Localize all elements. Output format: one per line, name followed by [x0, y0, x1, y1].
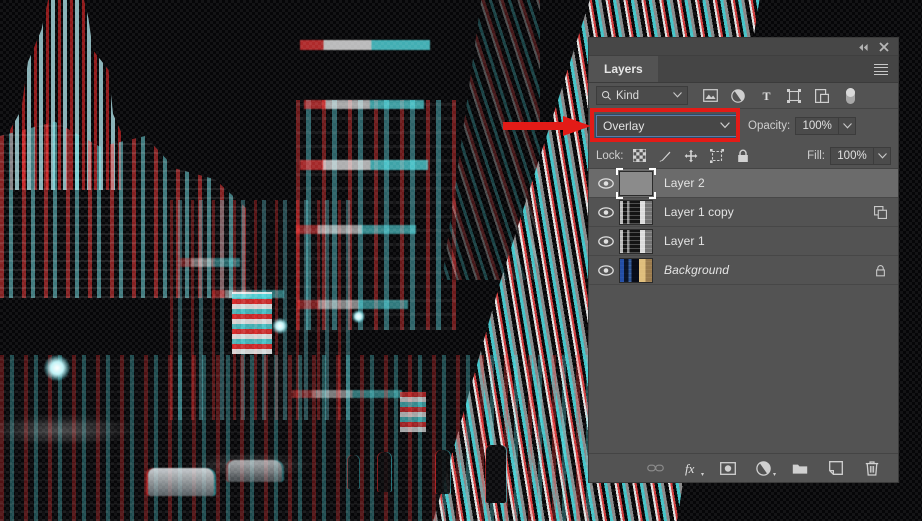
artwork-window-row [296, 225, 416, 234]
opacity-value: 100% [802, 120, 832, 132]
layer-mask-icon[interactable] [719, 460, 736, 477]
layer-list[interactable]: Layer 2 Layer 1 copy Layer 1 Background [589, 167, 898, 285]
artwork-window-row [304, 100, 424, 109]
layer-thumbnail[interactable] [619, 228, 653, 254]
layer-thumbnail-image [620, 258, 652, 282]
blend-mode-row[interactable]: Overlay Opacity: 100% [589, 109, 898, 143]
artwork-car [228, 460, 282, 482]
lock-image-pixels-icon[interactable] [658, 148, 673, 163]
filter-pixel-icon[interactable] [702, 88, 718, 104]
lock-all-icon[interactable] [736, 148, 751, 163]
layer-visibility-icon[interactable] [593, 206, 619, 218]
lock-transparent-pixels-icon[interactable] [632, 148, 647, 163]
layer-style-fx-icon[interactable]: fx ▾ [683, 460, 705, 478]
artwork-signboard [400, 392, 426, 432]
filter-type-icons[interactable]: T [702, 87, 858, 104]
filter-kind-label: Kind [616, 89, 640, 102]
artwork-window-row [298, 300, 408, 309]
layers-panel[interactable]: Layers Kind T Overlay Opacity: 100% Lock… [589, 38, 898, 482]
table-row[interactable]: Background [589, 256, 898, 285]
chevron-down-icon [673, 92, 682, 98]
layers-panel-footer[interactable]: fx ▾ ▾ [589, 453, 898, 482]
lock-position-icon[interactable] [684, 148, 699, 163]
artwork-signboard [232, 292, 272, 354]
layer-name[interactable]: Background [664, 263, 868, 277]
new-layer-icon[interactable] [827, 460, 844, 477]
search-icon [601, 90, 611, 100]
blend-mode-value: Overlay [603, 119, 645, 133]
artwork-window-row [300, 40, 430, 50]
layer-name[interactable]: Layer 1 copy [664, 205, 868, 219]
lock-artboard-nesting-icon[interactable] [710, 148, 725, 163]
tab-layers[interactable]: Layers [589, 56, 658, 82]
chevron-down-icon [720, 122, 730, 129]
artwork-street-lamp [272, 318, 288, 334]
layer-thumbnail[interactable] [619, 257, 653, 283]
panel-tab-row[interactable]: Layers [589, 56, 898, 83]
fill-value: 100% [837, 149, 867, 162]
layer-thumbnail-image [620, 200, 652, 224]
chevron-down-icon: ▾ [772, 471, 776, 478]
locked-layer-icon [868, 264, 892, 277]
layer-name[interactable]: Layer 1 [664, 234, 868, 248]
filter-kind-select[interactable]: Kind [596, 86, 688, 105]
layer-filter-row[interactable]: Kind T [589, 83, 898, 109]
link-layers-icon[interactable] [647, 460, 664, 477]
filter-smart-object-icon[interactable] [814, 88, 830, 104]
artwork-street-lamp [352, 310, 365, 323]
opacity-value-field[interactable]: 100% [795, 117, 840, 135]
lock-label: Lock: [596, 149, 624, 162]
artwork-pedestrian [378, 452, 391, 492]
layer-visibility-icon[interactable] [593, 264, 619, 276]
artwork-pedestrian [436, 450, 450, 494]
artwork-street-lamp [44, 355, 70, 381]
layer-thumbnail-image [620, 229, 652, 253]
chevron-down-icon [842, 123, 852, 129]
panel-menu-icon[interactable] [874, 64, 888, 75]
filter-type-icon[interactable]: T [758, 88, 774, 104]
table-row[interactable]: Layer 1 copy [589, 198, 898, 227]
table-row[interactable]: Layer 2 [589, 167, 898, 199]
artwork-pedestrian [348, 455, 359, 489]
lock-icons[interactable] [632, 148, 751, 163]
smart-object-badge-icon [868, 205, 892, 219]
panel-topbar [589, 38, 898, 56]
svg-text:fx: fx [685, 461, 695, 476]
fill-label: Fill: [807, 149, 825, 162]
artwork-street [0, 355, 600, 521]
close-icon [879, 42, 889, 52]
table-row[interactable]: Layer 1 [589, 227, 898, 256]
opacity-label: Opacity: [748, 120, 791, 132]
red-arrow-pointing-to-blend-mode [503, 116, 591, 136]
artwork-car [148, 468, 214, 496]
close-panel-icon[interactable] [877, 40, 891, 54]
collapse-panel-icon[interactable] [856, 40, 870, 54]
adjustment-layer-icon[interactable]: ▾ [755, 460, 776, 478]
layer-name[interactable]: Layer 2 [664, 176, 868, 190]
filter-toggle-icon[interactable] [842, 87, 858, 104]
chevron-down-icon: ▾ [700, 471, 704, 478]
artwork-window-row [180, 258, 240, 267]
opacity-stepper[interactable] [839, 117, 857, 135]
tab-layers-label: Layers [604, 62, 643, 76]
chevron-down-icon [877, 152, 887, 159]
layer-thumbnail-selection-corners [616, 167, 656, 199]
new-group-icon[interactable] [791, 460, 808, 477]
artwork-window-row [300, 160, 428, 170]
filter-shape-icon[interactable] [786, 88, 802, 104]
svg-text:T: T [762, 89, 770, 102]
double-chevron-left-icon [858, 43, 868, 51]
lock-row[interactable]: Lock: Fill: 100% [589, 143, 898, 169]
layer-visibility-icon[interactable] [593, 235, 619, 247]
blend-mode-select[interactable]: Overlay [595, 114, 739, 138]
artwork-pedestrian [486, 445, 506, 503]
filter-adjustment-icon[interactable] [730, 88, 746, 104]
delete-layer-icon[interactable] [863, 460, 880, 477]
layer-thumbnail[interactable] [619, 199, 653, 225]
fill-stepper[interactable] [874, 146, 891, 165]
fill-value-field[interactable]: 100% [830, 146, 874, 165]
